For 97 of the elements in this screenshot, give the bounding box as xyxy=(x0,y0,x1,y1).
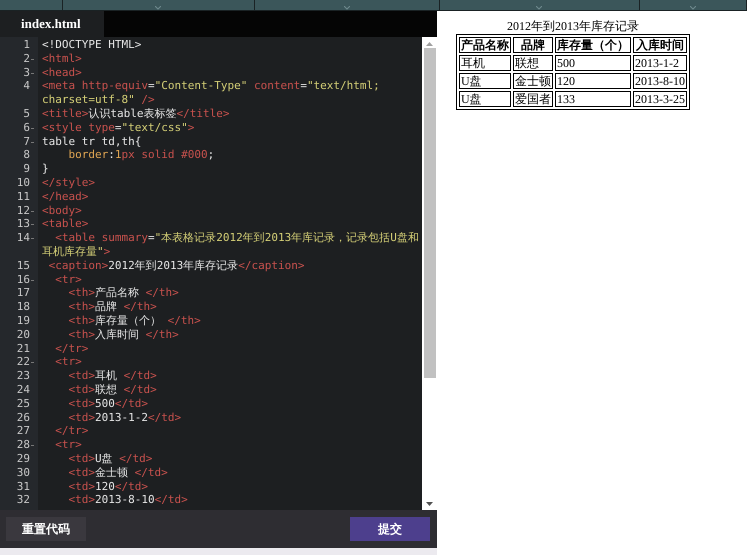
code-line: <td>2013-1-2</td> xyxy=(68,410,182,424)
line-number: 3 xyxy=(23,66,30,80)
code-line: <table summary="本表格记录2012年到2013年库记录，记录包括U盘和耳机库存量"> xyxy=(42,231,420,259)
code-line: <th>产品名称 </th> xyxy=(68,286,179,300)
line-number: 32 xyxy=(16,493,30,508)
column-header: 品牌 xyxy=(513,37,553,53)
code-line: <td>U盘 </td> xyxy=(68,452,152,466)
column-header: 产品名称 xyxy=(459,37,511,53)
code-line: } xyxy=(42,162,49,176)
line-number: 9 xyxy=(23,162,30,176)
scroll-down-icon[interactable] xyxy=(426,502,433,506)
table-cell: 133 xyxy=(555,91,631,107)
line-number: 4 xyxy=(23,79,30,94)
code-line: <html> xyxy=(42,52,82,66)
line-number: 10 xyxy=(16,176,30,190)
code-line: <meta http-equiv="Content-Type" content="text/html; charset=utf-8" /> xyxy=(42,79,381,107)
line-number: 1 xyxy=(23,38,30,52)
table-cell: 爱国者 xyxy=(513,91,553,107)
line-number: 25 xyxy=(16,396,30,411)
code-line: <table> xyxy=(42,217,88,232)
line-number: 20 xyxy=(16,328,30,342)
line-number: 14 xyxy=(16,231,30,245)
code-line: <th>品牌 </th> xyxy=(68,300,157,314)
line-number: 2 xyxy=(23,52,30,66)
code-line: <th>入库时间 </th> xyxy=(68,328,179,342)
code-line: border:1px solid #000; xyxy=(68,148,214,162)
line-number: 5 xyxy=(23,106,30,121)
line-number: 12 xyxy=(16,204,30,218)
code-line: </tr> xyxy=(54,342,88,356)
reset-button[interactable]: 重置代码 xyxy=(6,517,86,541)
code-line: <tr> xyxy=(54,272,82,286)
line-number: 8 xyxy=(23,148,30,162)
code-line: <head> xyxy=(42,66,82,80)
scroll-up-icon[interactable] xyxy=(426,42,433,46)
code-line: <title>认识table表标签</title> xyxy=(42,106,230,121)
table-cell: 2013-1-2 xyxy=(633,55,687,71)
code-line: <style type="text/css"> xyxy=(42,120,194,135)
code-line: </tr> xyxy=(54,424,88,438)
code-line: <td>2013-8-10</td> xyxy=(68,493,188,508)
line-number: 31 xyxy=(16,480,30,494)
table-cell: 2013-3-25 xyxy=(633,91,687,107)
chevron-icon xyxy=(344,6,350,10)
table-cell: 耳机 xyxy=(459,55,511,71)
line-number: 30 xyxy=(16,466,30,480)
line-number: 16 xyxy=(16,272,30,286)
table-cell: 2013-8-10 xyxy=(633,73,687,89)
code-line: table tr td,th{ xyxy=(42,134,142,148)
fold-marker[interactable] xyxy=(31,445,34,446)
line-number: 23 xyxy=(16,369,30,383)
code-line: <td>500</td> xyxy=(68,396,148,411)
chevron-icon xyxy=(155,6,162,10)
line-number: 29 xyxy=(16,452,30,466)
code-line: </style> xyxy=(42,176,95,190)
table-cell: 120 xyxy=(555,73,631,89)
table-cell: 500 xyxy=(555,55,631,71)
code-line: <!DOCTYPE HTML> xyxy=(42,38,142,52)
table-cell: 联想 xyxy=(513,55,553,71)
code-editor[interactable] xyxy=(0,37,437,510)
table-caption: 2012年到2013年库存记录 xyxy=(506,19,640,34)
code-line: <tr> xyxy=(54,355,82,370)
line-number: 19 xyxy=(16,314,30,328)
column-header: 库存量（个） xyxy=(555,37,631,53)
code-line: <td>金士顿 </td> xyxy=(68,466,168,480)
code-line: <body> xyxy=(42,204,82,218)
line-number: 24 xyxy=(16,382,30,397)
line-number: 15 xyxy=(16,258,30,273)
line-number: 17 xyxy=(16,286,30,300)
fold-marker[interactable] xyxy=(31,238,34,240)
code-line: </head> xyxy=(42,190,88,204)
code-line: <caption>2012年到2013年库存记录</caption> xyxy=(48,258,304,273)
table-cell: U盘 xyxy=(459,73,511,89)
line-number: 13 xyxy=(16,217,30,232)
file-tab[interactable]: index.html xyxy=(0,11,104,37)
code-line: <td>120</td> xyxy=(68,480,148,494)
fold-marker[interactable] xyxy=(31,128,34,129)
line-number: 28 xyxy=(16,438,30,452)
table-cell: U盘 xyxy=(459,91,511,107)
line-number: 21 xyxy=(16,342,30,356)
line-number: 22 xyxy=(16,355,30,370)
code-line: <th>库存量（个） </th> xyxy=(68,314,201,328)
line-number: 11 xyxy=(16,190,30,204)
chevron-icon xyxy=(536,6,542,10)
line-number: 6 xyxy=(23,120,30,135)
fold-marker[interactable] xyxy=(31,58,34,60)
chevron-icon xyxy=(690,6,696,10)
code-line: <tr> xyxy=(54,438,82,452)
scrollbar-thumb[interactable] xyxy=(424,48,436,378)
submit-button[interactable]: 提交 xyxy=(350,517,430,541)
line-number: 27 xyxy=(16,424,30,438)
line-number: 18 xyxy=(16,300,30,314)
scrollbar[interactable] xyxy=(422,37,437,510)
line-number: 7 xyxy=(23,134,30,148)
table-cell: 金士顿 xyxy=(513,73,553,89)
line-number: 26 xyxy=(16,410,30,424)
code-line: <td>联想 </td> xyxy=(68,382,157,397)
code-line: <td>耳机 </td> xyxy=(68,369,157,383)
column-header: 入库时间 xyxy=(633,37,687,53)
